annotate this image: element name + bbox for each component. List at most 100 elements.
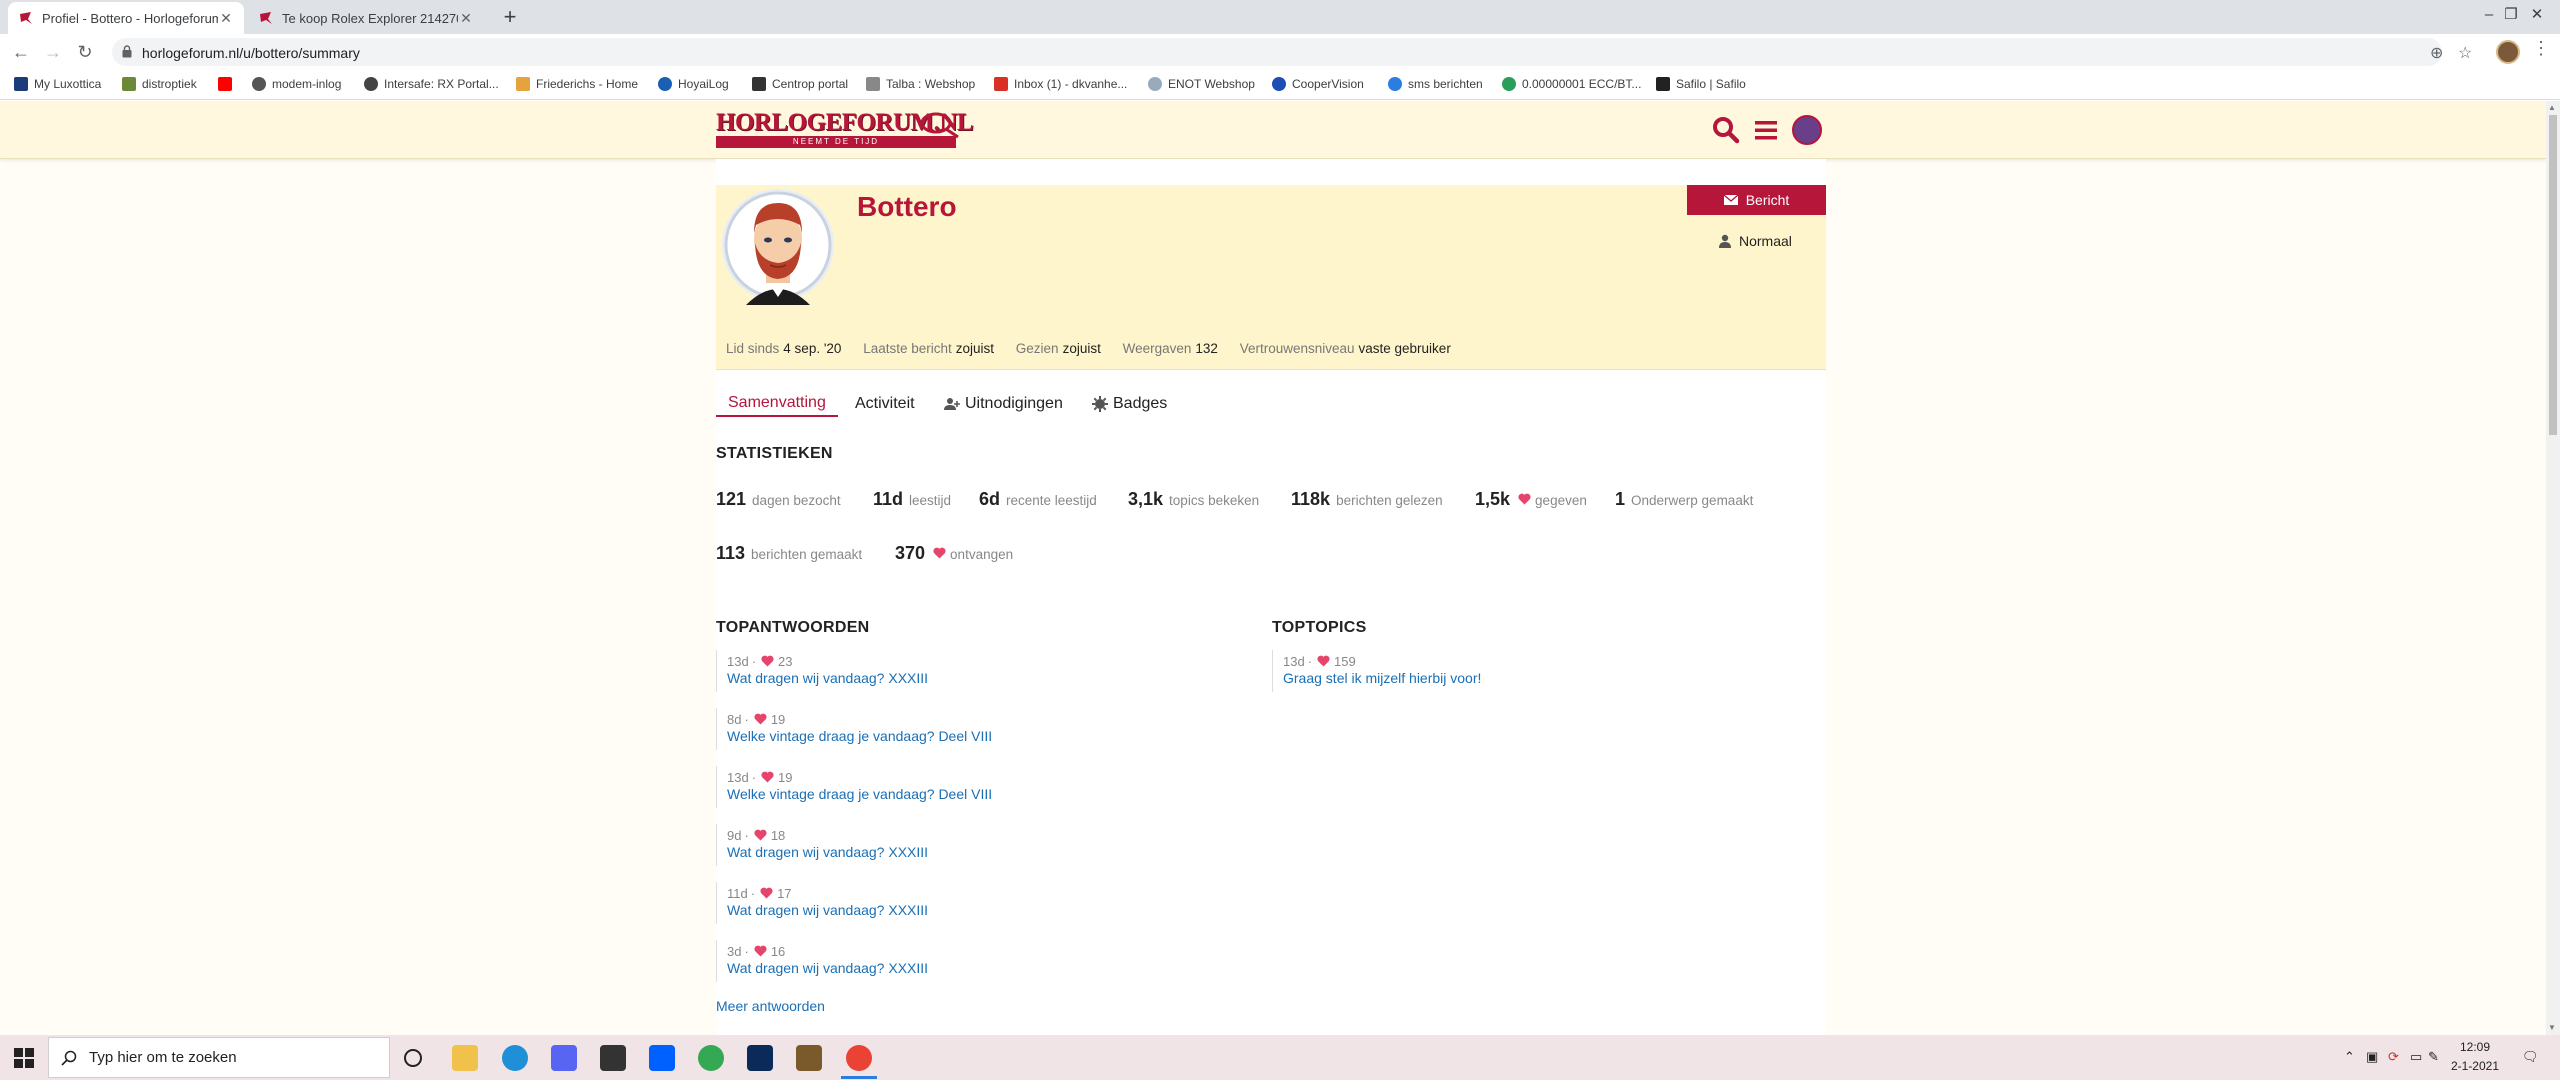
reply-link[interactable]: Wat dragen wij vandaag? XXXIII	[727, 960, 1256, 976]
browser-tab-profile[interactable]: Profiel - Bottero - Horlogeforum ✕	[8, 2, 244, 34]
discord-icon[interactable]	[551, 1045, 577, 1071]
reply-link[interactable]: Welke vintage draag je vandaag? Deel VII…	[727, 728, 1256, 744]
windows-start-icon[interactable]	[14, 1048, 34, 1068]
topic-link[interactable]: Graag stel ik mijzelf hierbij voor!	[1283, 670, 1812, 686]
forward-icon[interactable]: →	[40, 40, 66, 64]
bookmark-friederichs[interactable]: Friederichs - Home	[516, 77, 638, 91]
more-replies-link[interactable]: Meer antwoorden	[716, 998, 825, 1014]
taskbar-clock[interactable]: 12:09 2-1-2021	[2440, 1038, 2510, 1076]
install-app-icon[interactable]: ⊕	[2430, 43, 2443, 63]
site-logo[interactable]: HORLOGEFORUM.NL NEEMT DE TIJD	[716, 110, 974, 149]
reload-icon[interactable]: ↻	[72, 40, 98, 64]
dropbox-icon[interactable]	[649, 1045, 675, 1071]
bookmark-gmail-inbox[interactable]: Inbox (1) - dkvanhe...	[994, 77, 1127, 91]
edge-icon[interactable]	[502, 1045, 528, 1071]
bookmark-safilo[interactable]: Safilo | Safilo	[1656, 77, 1746, 91]
seen-value: zojuist	[1062, 341, 1101, 356]
distroptiek-icon	[122, 77, 136, 91]
stat-read-time: 11d leestijd	[873, 489, 951, 510]
tab-summary[interactable]: Samenvatting	[716, 391, 838, 417]
browser-menu-icon[interactable]: ⋮	[2532, 38, 2550, 59]
pen-icon[interactable]: ✎	[2428, 1049, 2439, 1065]
stat-recent-read-time: 6d recente leestijd	[979, 489, 1097, 510]
trust-level-label: Normaal	[1739, 233, 1792, 249]
heart-icon	[760, 887, 773, 899]
store-icon[interactable]	[600, 1045, 626, 1071]
heart-icon	[754, 829, 767, 841]
scroll-down-icon[interactable]: ▼	[2548, 1023, 2556, 1032]
bookmark-sms[interactable]: sms berichten	[1388, 77, 1483, 91]
luxottica-icon	[14, 77, 28, 91]
address-bar[interactable]: horlogeforum.nl/u/bottero/summary ⊕ ☆	[112, 38, 2472, 66]
bookmark-coopervision[interactable]: CooperVision	[1272, 77, 1364, 91]
page-scrollbar[interactable]: ▲ ▼	[2546, 101, 2560, 1035]
device-icon[interactable]: ▣	[2366, 1049, 2378, 1065]
show-hidden-icons[interactable]: ⌃	[2344, 1049, 2355, 1065]
tab-invites[interactable]: Uitnodigingen	[944, 391, 1063, 417]
close-window-icon[interactable]: ✕	[2514, 0, 2560, 30]
message-button-label: Bericht	[1745, 192, 1790, 208]
sync-icon[interactable]: ⟳	[2388, 1049, 2399, 1065]
terminal-app-icon[interactable]	[747, 1045, 773, 1071]
chrome-active-icon[interactable]	[846, 1045, 872, 1071]
game-app-icon[interactable]	[796, 1045, 822, 1071]
notifications-icon[interactable]: 🗨	[2522, 1049, 2539, 1065]
reply-link[interactable]: Welke vintage draag je vandaag? Deel VII…	[727, 786, 1256, 802]
bookmark-distroptiek[interactable]: distroptiek	[122, 77, 197, 91]
taskbar-search-box[interactable]: Typ hier om te zoeken	[48, 1037, 390, 1078]
list-item: 13d · 159 Graag stel ik mijzelf hierbij vo…	[1272, 650, 1812, 692]
logo-swoosh-icon	[920, 112, 959, 139]
bookmark-ecc[interactable]: 0.00000001 ECC/BT...	[1502, 77, 1641, 91]
close-tab-icon[interactable]: ✕	[458, 10, 474, 27]
file-explorer-icon[interactable]	[452, 1045, 478, 1071]
user-avatar[interactable]	[1792, 115, 1822, 145]
bookmark-intersafe[interactable]: Intersafe: RX Portal...	[364, 77, 499, 91]
stat-label: Onderwerp gemaakt	[1631, 493, 1754, 508]
stat-value: 3,1k	[1128, 489, 1164, 509]
stat-label: topics bekeken	[1169, 493, 1260, 508]
chrome-icon[interactable]	[698, 1045, 724, 1071]
back-icon[interactable]: ←	[8, 40, 34, 64]
stat-posts-created: 113 berichten gemaakt	[716, 543, 862, 564]
new-tab-button[interactable]: +	[498, 6, 522, 28]
centrop-icon	[752, 77, 766, 91]
hamburger-menu-icon[interactable]	[1752, 116, 1780, 144]
network-icon[interactable]: ▭	[2410, 1049, 2422, 1065]
scrollbar-thumb[interactable]	[2549, 115, 2557, 435]
tab-badges-label: Badges	[1113, 395, 1168, 412]
bookmark-star-icon[interactable]: ☆	[2458, 43, 2472, 63]
tab-activity[interactable]: Activiteit	[855, 391, 915, 417]
reply-link[interactable]: Wat dragen wij vandaag? XXXIII	[727, 844, 1256, 860]
youtube-icon	[218, 77, 232, 91]
close-tab-icon[interactable]: ✕	[218, 10, 234, 27]
stat-label: berichten gemaakt	[751, 547, 863, 562]
bookmark-hoyailog[interactable]: HoyaiLog	[658, 77, 729, 91]
list-item: 13d · 19 Welke vintage draag je vandaag? D…	[716, 766, 1256, 808]
bookmark-enot[interactable]: ENOT Webshop	[1148, 77, 1255, 91]
stat-label: berichten gelezen	[1336, 493, 1443, 508]
bookmark-centrop[interactable]: Centrop portal	[752, 77, 848, 91]
list-item: 11d · 17 Wat dragen wij vandaag? XXXIII	[716, 882, 1256, 924]
message-button[interactable]: Bericht	[1687, 185, 1826, 215]
scroll-up-icon[interactable]: ▲	[2548, 103, 2556, 112]
tab-badges[interactable]: Badges	[1092, 391, 1167, 417]
reply-meta: 11d · 17	[727, 885, 792, 901]
search-icon[interactable]	[1712, 116, 1740, 144]
heart-icon	[754, 713, 767, 725]
lock-icon	[122, 45, 132, 58]
stat-value: 113	[716, 543, 746, 563]
bookmark-my-luxottica[interactable]: My Luxottica	[14, 77, 101, 91]
reply-link[interactable]: Wat dragen wij vandaag? XXXIII	[727, 902, 1256, 918]
bookmark-modem-inlog[interactable]: modem-inlog	[252, 77, 341, 91]
cortana-icon[interactable]	[404, 1049, 422, 1067]
intersafe-icon	[364, 77, 378, 91]
heart-icon	[1317, 655, 1330, 667]
browser-tab-rolex[interactable]: Te koop Rolex Explorer 214270 m ✕	[248, 2, 484, 34]
seen-label: Gezien	[1015, 341, 1059, 356]
browser-profile-avatar[interactable]	[2496, 40, 2520, 64]
reply-link[interactable]: Wat dragen wij vandaag? XXXIII	[727, 670, 1256, 686]
bookmark-youtube[interactable]	[218, 77, 238, 91]
bookmark-talba[interactable]: Talba : Webshop	[866, 77, 975, 91]
profile-tabs: Samenvatting Activiteit Uitnodigingen Ba…	[716, 387, 1826, 417]
tab-invites-label: Uitnodigingen	[965, 395, 1063, 412]
